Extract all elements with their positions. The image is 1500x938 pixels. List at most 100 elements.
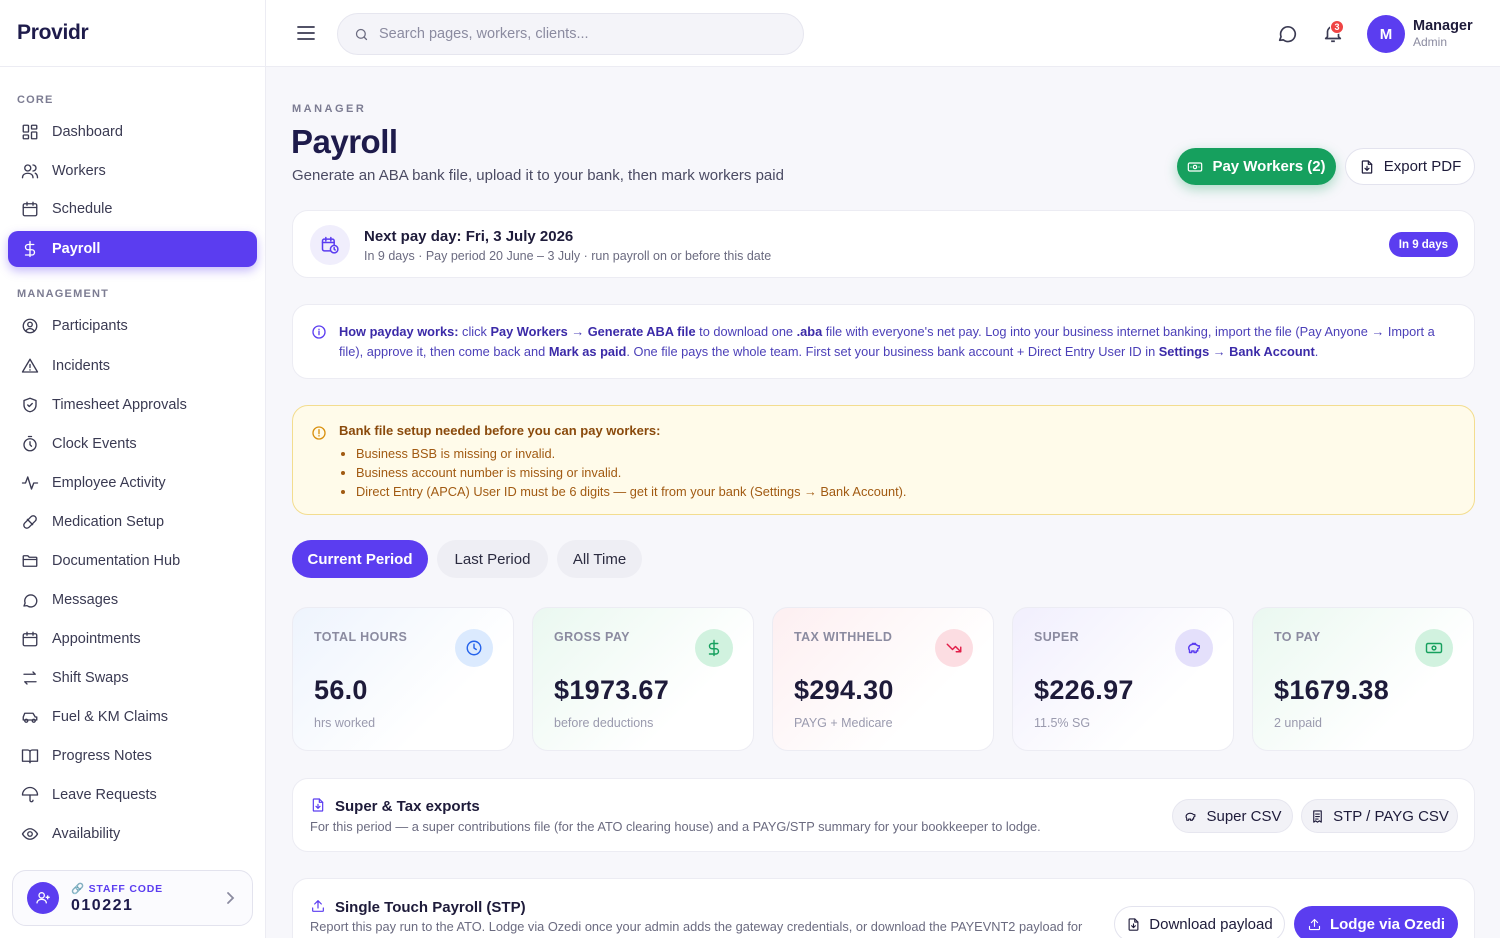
download-payload-label: Download payload — [1149, 915, 1273, 933]
sidebar-item-label: Employee Activity — [52, 475, 166, 491]
file-download-icon — [312, 798, 324, 812]
stat-sub: before deductions — [554, 716, 654, 730]
chat-icon[interactable] — [1276, 22, 1298, 44]
cash-icon — [1415, 629, 1453, 667]
notification-badge: 3 — [1330, 20, 1344, 34]
stp-title: Single Touch Payroll (STP) — [335, 899, 526, 916]
eye-icon — [21, 825, 39, 843]
add-user-icon — [27, 882, 59, 914]
sidebar-item-messages[interactable]: Messages — [8, 582, 257, 618]
super-csv-button[interactable]: Super CSV — [1172, 799, 1293, 833]
search-input[interactable] — [379, 26, 779, 42]
sidebar-item-employee-activity[interactable]: Employee Activity — [8, 465, 257, 501]
payday-info-card: How payday works: click Pay Workers → Ge… — [292, 304, 1475, 379]
alert-icon — [312, 426, 326, 440]
warning-item: Direct Entry (APCA) User ID must be 6 di… — [356, 482, 906, 501]
file-download-icon — [1361, 159, 1373, 174]
bank-setup-warning: Bank file setup needed before you can pa… — [292, 405, 1475, 515]
calendar-clock-icon — [310, 225, 350, 265]
exports-subtitle: For this period — a super contributions … — [310, 819, 1041, 834]
sidebar-item-appointments[interactable]: Appointments — [8, 621, 257, 657]
stat-card-gross-pay: GROSS PAY $1973.67 before deductions — [532, 607, 754, 751]
clock-icon — [455, 629, 493, 667]
sidebar-item-label: Medication Setup — [52, 514, 165, 530]
stat-sub: PAYG + Medicare — [794, 716, 893, 730]
sidebar-item-progress-notes[interactable]: Progress Notes — [8, 738, 257, 774]
piggy-bank-icon — [1185, 812, 1196, 821]
sidebar-item-documentation-hub[interactable]: Documentation Hub — [8, 543, 257, 579]
lodge-ozedi-button[interactable]: Lodge via Ozedi — [1294, 906, 1458, 938]
next-payday-title: Next pay day: Fri, 3 July 2026 — [364, 228, 574, 245]
sidebar-item-availability[interactable]: Availability — [8, 816, 257, 852]
sidebar-item-label: Shift Swaps — [52, 670, 129, 686]
piggy-bank-icon — [1175, 629, 1213, 667]
sidebar-item-fuel-km-claims[interactable]: Fuel & KM Claims — [8, 699, 257, 735]
sidebar-item-clock-events[interactable]: Clock Events — [8, 426, 257, 462]
warning-list: Business BSB is missing or invalid. Busi… — [356, 444, 906, 501]
stat-value: $1679.38 — [1274, 675, 1390, 705]
stat-value: $294.30 — [794, 675, 894, 705]
sidebar-item-schedule[interactable]: Schedule — [8, 191, 257, 227]
download-payload-button[interactable]: Download payload — [1114, 906, 1285, 938]
pay-workers-button[interactable]: Pay Workers (2) — [1177, 148, 1336, 185]
sidebar-item-participants[interactable]: Participants — [8, 308, 257, 344]
nav-section-core: CORE — [17, 94, 54, 106]
brand-logo[interactable]: Providr — [0, 0, 265, 67]
staff-code-label: 🔗 STAFF CODE — [71, 882, 163, 895]
user-name: Manager — [1413, 18, 1473, 34]
staff-code-card[interactable]: 🔗 STAFF CODE 010221 — [12, 870, 253, 926]
stp-payg-csv-button[interactable]: STP / PAYG CSV — [1301, 799, 1458, 833]
stat-label: GROSS PAY — [554, 630, 630, 644]
payday-info-text: How payday works: click Pay Workers → Ge… — [339, 324, 1435, 359]
file-download-icon — [1128, 917, 1139, 931]
sidebar-item-payroll[interactable]: Payroll — [8, 231, 257, 267]
days-until-badge: In 9 days — [1388, 232, 1458, 257]
stat-card-super: SUPER $226.97 11.5% SG — [1012, 607, 1234, 751]
stat-label: TOTAL HOURS — [314, 630, 408, 644]
next-payday-card: Next pay day: Fri, 3 July 2026 In 9 days… — [292, 210, 1475, 278]
sidebar-item-workers[interactable]: Workers — [8, 153, 257, 189]
sidebar-item-incidents[interactable]: Incidents — [8, 348, 257, 384]
stat-sub: 11.5% SG — [1034, 716, 1091, 730]
sidebar-item-dashboard[interactable]: Dashboard — [8, 114, 257, 150]
chat-icon — [21, 591, 39, 609]
swap-icon — [21, 669, 39, 687]
calendar-icon — [21, 630, 39, 648]
sidebar-item-label: Incidents — [52, 358, 111, 374]
tab-all-time[interactable]: All Time — [557, 540, 642, 578]
next-payday-subtitle: In 9 days · Pay period 20 June – 3 July … — [364, 249, 772, 263]
user-circle-icon — [21, 317, 39, 335]
menu-icon[interactable] — [297, 24, 315, 42]
warning-title: Bank file setup needed before you can pa… — [339, 423, 661, 438]
sidebar-item-medication-setup[interactable]: Medication Setup — [8, 504, 257, 540]
stat-label: SUPER — [1034, 630, 1080, 644]
staff-code-value: 010221 — [71, 896, 134, 914]
sidebar-item-leave-requests[interactable]: Leave Requests — [8, 777, 257, 813]
sidebar-item-label: Clock Events — [52, 436, 137, 452]
sidebar-item-shift-swaps[interactable]: Shift Swaps — [8, 660, 257, 696]
pay-workers-label: Pay Workers (2) — [1212, 158, 1326, 175]
cash-icon — [1188, 161, 1203, 172]
user-role: Admin — [1413, 35, 1448, 49]
tab-current-period[interactable]: Current Period — [292, 540, 428, 578]
sidebar-item-timesheet-approvals[interactable]: Timesheet Approvals — [8, 387, 257, 423]
calendar-icon — [21, 200, 39, 218]
sidebar-item-label: Participants — [52, 318, 128, 334]
trend-down-icon — [935, 629, 973, 667]
upload-icon — [312, 900, 324, 912]
export-pdf-button[interactable]: Export PDF — [1345, 148, 1475, 185]
stat-card-to-pay: TO PAY $1679.38 2 unpaid — [1252, 607, 1474, 751]
page-subtitle: Generate an ABA bank file, upload it to … — [292, 167, 784, 184]
shield-icon — [21, 396, 39, 414]
super-csv-label: Super CSV — [1206, 807, 1282, 825]
avatar[interactable]: M — [1367, 15, 1405, 53]
stat-value: 56.0 — [314, 675, 368, 705]
sidebar-item-label: Messages — [52, 592, 119, 608]
stat-value: $1973.67 — [554, 675, 670, 705]
topbar: 3 M Manager Admin — [266, 0, 1500, 67]
book-icon — [21, 747, 39, 765]
page-title: Payroll — [291, 123, 398, 160]
tab-last-period[interactable]: Last Period — [437, 540, 548, 578]
page-eyebrow: MANAGER — [292, 103, 367, 115]
search-bar[interactable] — [337, 13, 804, 55]
